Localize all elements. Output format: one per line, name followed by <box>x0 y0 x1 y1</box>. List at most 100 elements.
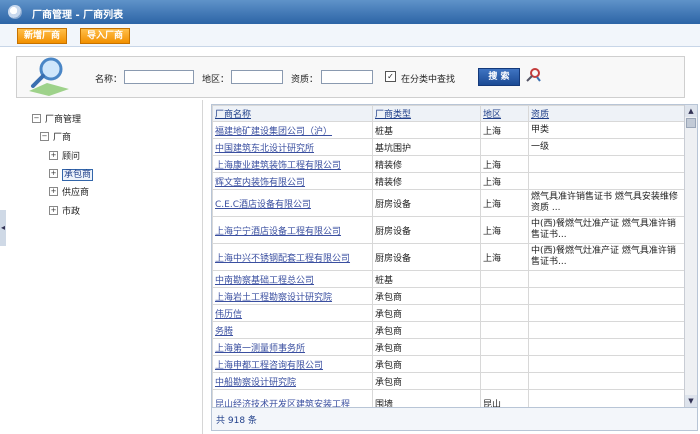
region-cell <box>480 321 529 339</box>
tree-node-consultant[interactable]: + 顾问 <box>49 149 80 162</box>
table-row[interactable]: 上海中兴不锈钢配套工程有限公司 厨房设备 上海 中(西)餐燃气灶准产证 燃气具准许销售… <box>212 243 685 271</box>
table-row[interactable]: 中国建筑东北设计研究所 基坑围护 一级 <box>212 138 685 156</box>
vendor-type-cell: 厨房设备 <box>372 216 481 244</box>
scroll-up-icon[interactable]: ▲ <box>685 105 697 117</box>
vendor-type-cell: 承包商 <box>372 355 481 373</box>
vertical-scrollbar[interactable]: ▲ ▼ <box>684 105 697 407</box>
vendor-name-link[interactable]: C.E.C酒店设备有限公司 <box>212 189 373 217</box>
import-vendor-button[interactable]: 导入厂商 <box>80 28 131 44</box>
vendor-name-link[interactable]: 中船勘察设计研究院 <box>212 372 373 390</box>
region-cell: 昆山 <box>480 389 529 407</box>
in-category-checkbox[interactable]: ✓ <box>385 71 396 82</box>
tree-node-label: 厂商 <box>53 133 72 143</box>
splitter-toggle[interactable]: ◂ <box>0 210 6 246</box>
region-cell: 上海 <box>480 155 529 173</box>
table-row[interactable]: 上海第一测量师事务所 承包商 <box>212 338 685 356</box>
region-cell <box>480 287 529 305</box>
column-header-qualification[interactable]: 资质 <box>528 105 685 122</box>
in-category-label: 在分类中查找 <box>401 75 456 85</box>
tree-node-root[interactable]: − 厂商管理 <box>32 112 81 125</box>
vendor-name-link[interactable]: 辉文室内装饰有限公司 <box>212 172 373 190</box>
vendor-type-cell: 承包商 <box>372 287 481 305</box>
table-row[interactable]: 中船勘察设计研究院 承包商 <box>212 372 685 390</box>
tree-node-contractor[interactable]: + 承包商 <box>49 167 94 181</box>
tools-icon[interactable] <box>524 66 542 84</box>
vendor-name-link[interactable]: 上海中兴不锈钢配套工程有限公司 <box>212 243 373 271</box>
vendor-name-link[interactable]: 上海申都工程咨询有限公司 <box>212 355 373 373</box>
collapse-icon[interactable]: − <box>40 132 49 141</box>
vendor-name-link[interactable]: 上海宁宁酒店设备工程有限公司 <box>212 216 373 244</box>
tree-node-label: 承包商 <box>62 169 94 181</box>
scroll-down-icon[interactable]: ▼ <box>685 395 697 407</box>
name-label: 名称： <box>95 75 123 85</box>
column-header-region[interactable]: 地区 <box>480 105 529 122</box>
table-row[interactable]: 上海申都工程咨询有限公司 承包商 <box>212 355 685 373</box>
search-panel: 名称： 地区： 资质： ✓ 在分类中查找 搜 索 <box>16 56 685 98</box>
tree-node-municipal[interactable]: + 市政 <box>49 204 80 217</box>
table-row[interactable]: 中南勘察基础工程总公司 桩基 <box>212 270 685 288</box>
window-title: 厂商管理 - 厂商列表 <box>32 10 124 21</box>
table-row[interactable]: 务腾 承包商 <box>212 321 685 339</box>
name-input[interactable] <box>124 70 194 84</box>
qualification-cell: 中(西)餐燃气灶准产证 燃气具准许销售证书... <box>528 216 685 244</box>
table-row[interactable]: C.E.C酒店设备有限公司 厨房设备 上海 燃气具准许销售证书 燃气具安装维修资质 .… <box>212 189 685 217</box>
table-row[interactable]: 上海宁宁酒店设备工程有限公司 厨房设备 上海 中(西)餐燃气灶准产证 燃气具准许销售证… <box>212 216 685 244</box>
expand-icon[interactable]: + <box>49 187 58 196</box>
vendor-name-link[interactable]: 上海岩土工程勘察设计研究院 <box>212 287 373 305</box>
table-row[interactable]: 福建地矿建设集团公司（沪） 桩基 上海 甲类 <box>212 121 685 139</box>
table-row[interactable]: 上海岩土工程勘察设计研究院 承包商 <box>212 287 685 305</box>
table-row[interactable]: 辉文室内装饰有限公司 精装修 上海 <box>212 172 685 190</box>
qualification-cell: 燃气具准许销售证书 燃气具安装维修资质 ... <box>528 189 685 217</box>
vendor-name-link[interactable]: 福建地矿建设集团公司（沪） <box>212 121 373 139</box>
collapse-icon[interactable]: − <box>32 114 41 123</box>
table-row[interactable]: 上海康业建筑装饰工程有限公司 精装修 上海 <box>212 155 685 173</box>
qualification-cell <box>528 270 685 288</box>
column-header-type[interactable]: 厂商类型 <box>372 105 481 122</box>
qualification-label: 资质： <box>291 75 319 85</box>
qualification-input[interactable] <box>321 70 373 84</box>
region-cell <box>480 338 529 356</box>
vendor-type-cell: 厨房设备 <box>372 189 481 217</box>
vendor-name-link[interactable]: 伟历信 <box>212 304 373 322</box>
vendor-name-link[interactable]: 务腾 <box>212 321 373 339</box>
tree-node-supplier[interactable]: + 供应商 <box>49 185 89 198</box>
vendor-type-cell: 围墙 <box>372 389 481 407</box>
table-row[interactable]: 伟历信 承包商 <box>212 304 685 322</box>
vendor-name-link[interactable]: 中南勘察基础工程总公司 <box>212 270 373 288</box>
expand-icon[interactable]: + <box>49 169 58 178</box>
scroll-thumb[interactable] <box>686 118 696 128</box>
region-label: 地区： <box>202 75 230 85</box>
column-header-name[interactable]: 厂商名称 <box>212 105 373 122</box>
app-logo-icon <box>8 5 22 19</box>
vendor-type-cell: 厨房设备 <box>372 243 481 271</box>
vendor-type-cell: 桩基 <box>372 270 481 288</box>
region-cell: 上海 <box>480 121 529 139</box>
region-cell: 上海 <box>480 243 529 271</box>
toolbar: 新增厂商 导入厂商 <box>0 24 700 47</box>
region-cell: 上海 <box>480 172 529 190</box>
vendor-grid: 厂商名称 厂商类型 地区 资质 福建地矿建设集团公司（沪） 桩基 上海 甲类 中国建筑… <box>211 104 698 408</box>
grid-footer: 共 918 条 <box>211 408 698 431</box>
region-cell: 上海 <box>480 189 529 217</box>
add-vendor-button[interactable]: 新增厂商 <box>17 28 68 44</box>
expand-icon[interactable]: + <box>49 206 58 215</box>
table-row[interactable]: 昆山经济技术开发区建筑安装工程 围墙 昆山 <box>212 389 685 407</box>
expand-icon[interactable]: + <box>49 151 58 160</box>
qualification-cell: 中(西)餐燃气灶准产证 燃气具准许销售证书... <box>528 243 685 271</box>
qualification-cell <box>528 321 685 339</box>
tree-node-label: 供应商 <box>62 188 90 198</box>
qualification-cell <box>528 389 685 407</box>
vendor-type-cell: 承包商 <box>372 372 481 390</box>
search-button[interactable]: 搜 索 <box>478 68 520 86</box>
vendor-type-cell: 基坑围护 <box>372 138 481 156</box>
tree-node-vendor[interactable]: − 厂商 <box>40 130 71 143</box>
region-cell <box>480 355 529 373</box>
vendor-name-link[interactable]: 昆山经济技术开发区建筑安装工程 <box>212 389 373 407</box>
vendor-name-link[interactable]: 上海第一测量师事务所 <box>212 338 373 356</box>
qualification-cell <box>528 287 685 305</box>
vendor-type-cell: 承包商 <box>372 304 481 322</box>
vendor-name-link[interactable]: 上海康业建筑装饰工程有限公司 <box>212 155 373 173</box>
magnifier-icon <box>29 57 69 96</box>
region-input[interactable] <box>231 70 283 84</box>
vendor-name-link[interactable]: 中国建筑东北设计研究所 <box>212 138 373 156</box>
